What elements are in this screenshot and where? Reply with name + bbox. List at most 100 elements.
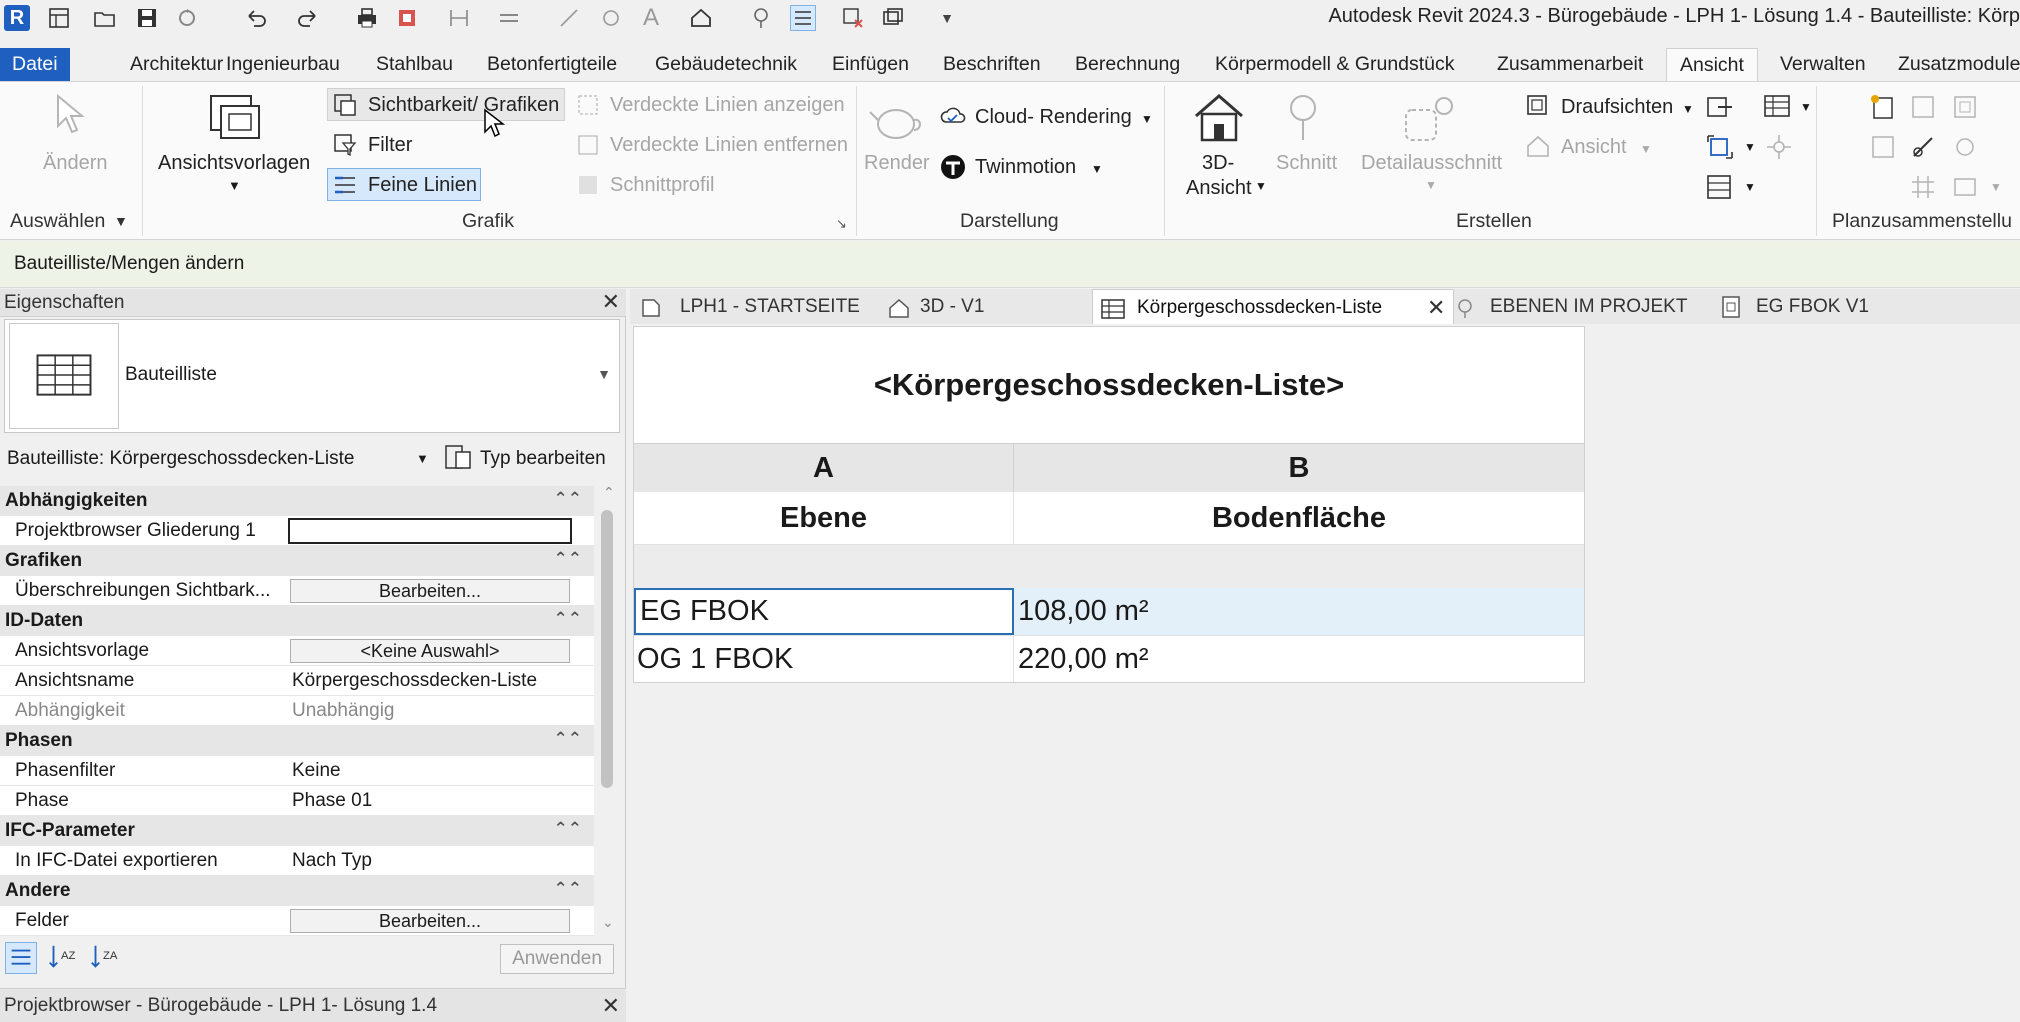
filter-icon[interactable] <box>333 133 357 157</box>
header-bodenflaeche[interactable]: Bodenfläche <box>1014 492 1584 544</box>
switch-windows-icon[interactable] <box>880 5 906 31</box>
ueberschreibungen-edit-button[interactable]: Bearbeiten... <box>290 579 570 603</box>
tab-ingenieurbau[interactable]: Ingenieurbau <box>226 48 340 81</box>
graphics-dialog-launcher-icon[interactable]: ↘ <box>836 216 847 232</box>
section-tool-icon[interactable] <box>1285 94 1321 142</box>
phase-value[interactable]: Phase 01 <box>292 790 372 812</box>
remove-hidden-lines-button[interactable]: Verdeckte Linien entfernen <box>610 134 848 157</box>
title-block-icon[interactable] <box>1910 94 1936 120</box>
project-browser-close-icon[interactable]: ✕ <box>602 993 620 1019</box>
sort-descending-icon[interactable]: ZA <box>88 942 120 974</box>
cut-profile-icon[interactable] <box>576 173 600 197</box>
phasenfilter-value[interactable]: Keine <box>292 760 341 782</box>
felder-edit-button[interactable]: Bearbeiten... <box>290 909 570 933</box>
collapse-icon[interactable]: ⌃⌃ <box>554 549 583 569</box>
close-hidden-windows-icon[interactable] <box>840 5 866 31</box>
twinmotion-dropdown-icon[interactable]: ▼ <box>1091 162 1103 176</box>
show-hidden-lines-icon[interactable] <box>576 93 600 117</box>
customize-qat-icon[interactable]: ▼ <box>934 5 960 31</box>
group-grafiken[interactable]: Grafiken ⌃⌃ <box>0 546 594 576</box>
section-icon[interactable] <box>748 5 774 31</box>
collapse-icon[interactable]: ⌃⌃ <box>554 819 583 839</box>
tab-zusammenarbeit[interactable]: Zusammenarbeit <box>1497 48 1643 81</box>
visibility-graphics-icon[interactable] <box>333 93 357 117</box>
ifc-export-value[interactable]: Nach Typ <box>292 850 372 872</box>
tab-betonfertigteile[interactable]: Betonfertigteile <box>487 48 617 81</box>
column-letter-a[interactable]: A <box>634 444 1014 492</box>
group-ifc-parameter[interactable]: IFC-Parameter ⌃⌃ <box>0 816 594 846</box>
tab-datei[interactable]: Datei <box>0 48 70 81</box>
instance-selector[interactable]: Bauteilliste: Körpergeschossdecken-Liste… <box>0 438 436 478</box>
edit-type-button[interactable]: Typ bearbeiten <box>480 448 606 470</box>
default-3d-view-icon[interactable] <box>688 5 714 31</box>
scope-box-icon[interactable] <box>1706 134 1734 160</box>
render-teapot-icon[interactable] <box>868 98 924 142</box>
twinmotion-button[interactable]: Twinmotion <box>975 156 1076 179</box>
schedules-dropdown-icon[interactable]: ▼ <box>1800 100 1812 114</box>
show-hidden-lines-button[interactable]: Verdeckte Linien anzeigen <box>610 94 845 117</box>
sort-ascending-icon[interactable]: AZ <box>46 942 78 974</box>
callout-icon[interactable] <box>1402 94 1458 144</box>
apply-button[interactable]: Anwenden <box>500 944 614 974</box>
tab-close-icon[interactable]: ✕ <box>1427 290 1445 325</box>
thin-lines-button[interactable]: Feine Linien <box>368 174 477 197</box>
line-icon[interactable] <box>556 5 582 31</box>
group-phasen[interactable]: Phasen ⌃⌃ <box>0 726 594 756</box>
3d-view-house-icon[interactable] <box>1192 90 1246 144</box>
text-icon[interactable]: A <box>638 4 664 31</box>
type-selector[interactable]: Bauteilliste ▼ <box>4 319 620 433</box>
cell-ebene[interactable]: OG 1 FBOK <box>634 636 1014 682</box>
home-grid-icon[interactable] <box>46 5 72 31</box>
table-row[interactable]: EG FBOK 108,00 m² <box>634 588 1584 635</box>
drafting-view-icon[interactable] <box>1706 94 1734 120</box>
tab-gebaeudetechnik[interactable]: Gebäudetechnik <box>655 48 797 81</box>
group-andere[interactable]: Andere ⌃⌃ <box>0 876 594 906</box>
revisions-icon[interactable] <box>1870 134 1896 160</box>
visibility-graphics-button[interactable]: Sichtbarkeit/ Grafiken <box>368 94 559 117</box>
tag-icon[interactable] <box>598 5 624 31</box>
edit-type-icon[interactable] <box>444 444 472 472</box>
tab-berechnung[interactable]: Berechnung <box>1075 48 1180 81</box>
tab-beschriften[interactable]: Beschriften <box>943 48 1041 81</box>
viewports-icon[interactable] <box>1952 174 1978 200</box>
cell-ebene-selected[interactable]: EG FBOK <box>634 588 1014 635</box>
schedules-icon[interactable] <box>1764 94 1790 118</box>
revit-logo-icon[interactable]: R <box>4 5 30 31</box>
scrollbar-thumb[interactable] <box>601 510 613 788</box>
tab-architektur[interactable]: Architektur <box>130 48 223 81</box>
modify-cursor-icon[interactable] <box>50 93 86 134</box>
place-view-icon[interactable] <box>1952 94 1978 120</box>
schedule-title[interactable]: <Körpergeschossdecken-Liste> <box>634 327 1584 444</box>
view-templates-icon[interactable] <box>207 92 263 142</box>
filter-button[interactable]: Filter <box>368 134 412 157</box>
tab-koerpermodell[interactable]: Körpermodell & Grundstück <box>1215 48 1455 81</box>
open-folder-icon[interactable] <box>92 5 118 31</box>
reference-icon[interactable] <box>1766 134 1792 160</box>
group-id-daten[interactable]: ID-Daten ⌃⌃ <box>0 606 594 636</box>
type-selector-dropdown-icon[interactable]: ▼ <box>597 366 611 382</box>
print-setup-icon[interactable] <box>394 5 420 31</box>
twinmotion-icon[interactable] <box>940 154 966 180</box>
properties-scrollbar[interactable]: ⌃ ⌄ <box>597 484 617 936</box>
3d-view-label-line2[interactable]: Ansicht <box>1186 177 1252 200</box>
view-templates-button[interactable]: Ansichtsvorlagen <box>158 152 310 175</box>
tab-zusatzmodule[interactable]: Zusatzmodule <box>1898 48 2020 81</box>
plan-views-button[interactable]: Draufsichten <box>1561 96 1673 119</box>
undo-icon[interactable] <box>244 5 270 31</box>
cloud-rendering-dropdown-icon[interactable]: ▼ <box>1141 112 1153 126</box>
elevation-dropdown-icon[interactable]: ▼ <box>1640 142 1652 156</box>
scroll-down-icon[interactable]: ⌄ <box>602 914 614 931</box>
collapse-icon[interactable]: ⌃⌃ <box>554 609 583 629</box>
plan-views-icon[interactable] <box>1526 94 1550 118</box>
remove-hidden-lines-icon[interactable] <box>576 133 600 157</box>
plan-views-dropdown-icon[interactable]: ▼ <box>1682 102 1694 116</box>
header-ebene[interactable]: Ebene <box>634 492 1014 544</box>
sort-by-group-icon[interactable] <box>5 942 37 974</box>
scope-box-dropdown-icon[interactable]: ▼ <box>1744 140 1756 154</box>
cloud-rendering-button[interactable]: Cloud- Rendering <box>975 106 1132 129</box>
cloud-rendering-icon[interactable] <box>940 104 968 128</box>
save-icon[interactable] <box>134 5 160 31</box>
elevation-button[interactable]: Ansicht <box>1561 136 1627 159</box>
thin-lines-icon[interactable] <box>790 5 816 31</box>
view-reference-icon[interactable] <box>1952 134 1978 160</box>
